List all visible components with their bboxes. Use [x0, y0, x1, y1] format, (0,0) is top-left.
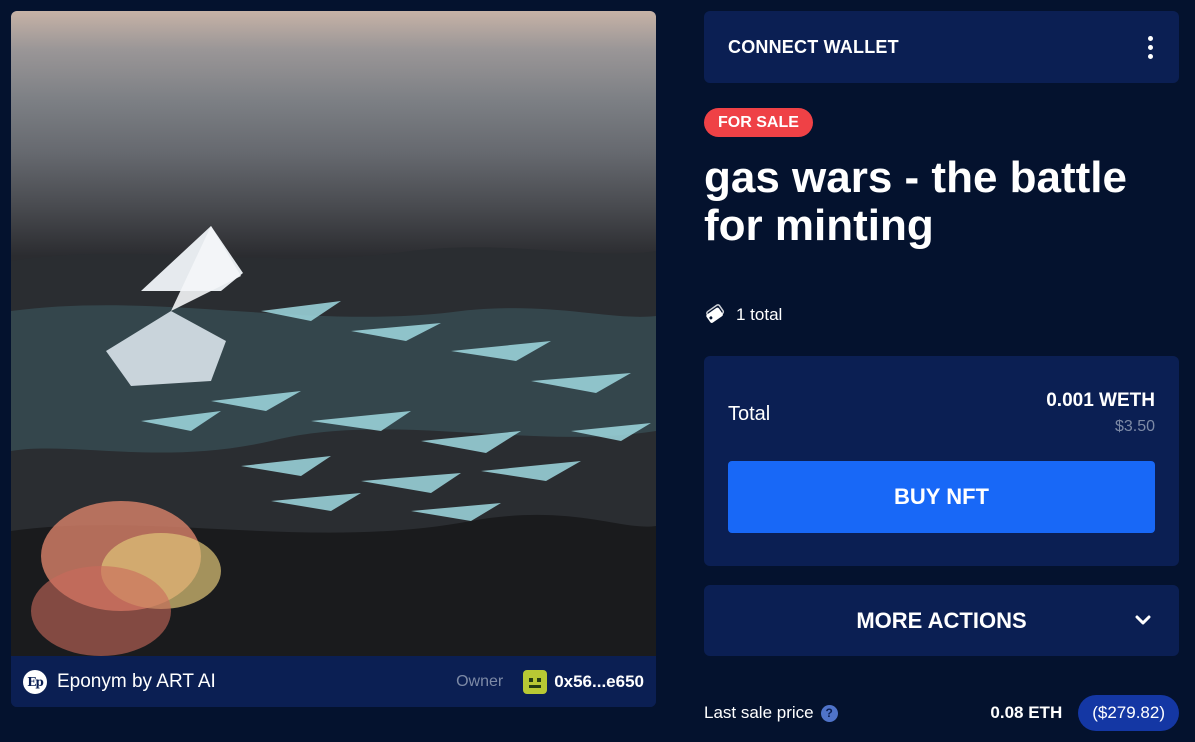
- connect-wallet-button[interactable]: CONNECT WALLET: [728, 37, 899, 58]
- status-badge: FOR SALE: [704, 108, 813, 137]
- price-panel: Total 0.001 WETH $3.50 BUY NFT: [704, 356, 1179, 566]
- supply-info: 1 total: [704, 304, 782, 326]
- more-actions-dropdown[interactable]: MORE ACTIONS: [704, 585, 1179, 656]
- price-amount: 0.001 WETH: [1046, 390, 1155, 411]
- artwork-footer: Ep Eponym by ART AI Owner 0x56...e650: [11, 656, 656, 707]
- collection-logo-icon[interactable]: Ep: [23, 669, 47, 694]
- owner-address-link[interactable]: 0x56...e650: [554, 672, 644, 692]
- last-sale-label: Last sale price: [704, 703, 814, 722]
- total-label: Total: [728, 403, 771, 425]
- artwork-card: Ep Eponym by ART AI Owner 0x56...e650: [11, 11, 656, 707]
- supply-count: 1 total: [736, 305, 783, 324]
- nft-listing-page: Ep Eponym by ART AI Owner 0x56...e650 CO…: [0, 0, 1195, 742]
- tags-icon: [704, 304, 726, 326]
- last-sale-row: Last sale price ? 0.08 ETH ($279.82): [704, 695, 1179, 731]
- artwork-painting: [11, 226, 656, 656]
- nft-title: gas wars - the battle for minting: [704, 153, 1128, 250]
- help-icon[interactable]: ?: [820, 704, 838, 722]
- owner-avatar-icon[interactable]: [523, 669, 548, 694]
- last-sale-eth: 0.08 ETH: [990, 703, 1063, 722]
- last-sale-usd-badge: ($279.82): [1078, 695, 1179, 731]
- nft-artwork-image[interactable]: [11, 11, 656, 656]
- collection-name-link[interactable]: Eponym by ART AI: [57, 671, 216, 693]
- wallet-bar: CONNECT WALLET: [704, 11, 1179, 83]
- buy-nft-button[interactable]: BUY NFT: [728, 461, 1155, 533]
- more-actions-label: MORE ACTIONS: [856, 607, 1027, 633]
- price-usd: $3.50: [1114, 418, 1155, 435]
- owner-label: Owner: [456, 672, 504, 690]
- chevron-down-icon: [1135, 613, 1151, 631]
- kebab-menu-icon[interactable]: [1146, 34, 1155, 61]
